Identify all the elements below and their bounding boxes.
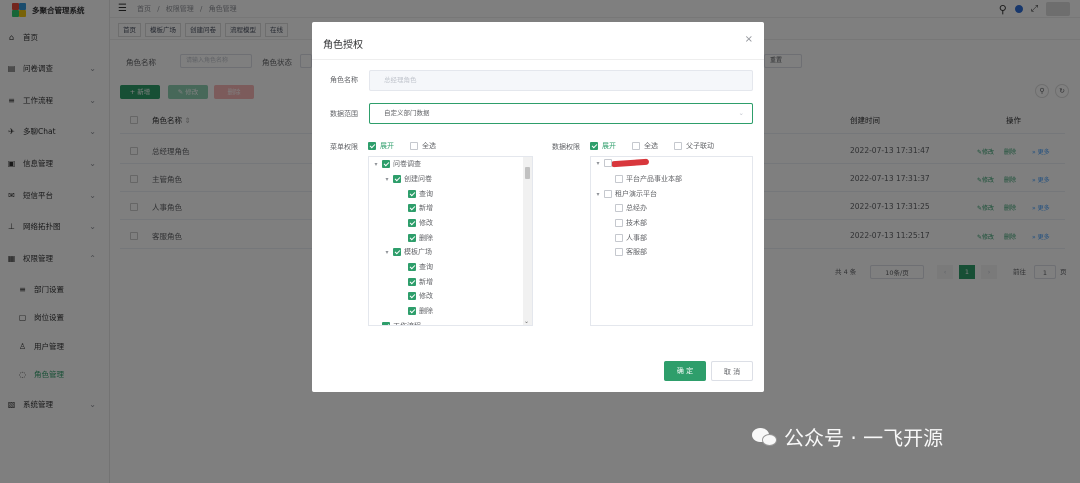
tree-checkbox[interactable] [408,190,416,198]
data-expand-checkbox[interactable] [590,142,598,150]
menu-tree[interactable]: ⌄ ▾ 问卷调查 ▾ 创建问卷 查询 新增 修改 删除 ▾ 模板广场 查询 新增 修改 删除 ▾ 工作流程 [368,156,533,326]
menu-tree-node[interactable]: 修改 [399,291,433,301]
data-perm-label: 数据权限 [552,143,580,151]
tree-checkbox[interactable] [615,234,623,242]
data-tree-node[interactable]: 客服部 [606,247,647,257]
dialog-role-name-label: 角色名称 [330,76,358,84]
confirm-button[interactable]: 确 定 [664,361,706,381]
watermark: 公众号 · 一飞开源 [752,422,943,451]
menu-select-all-label: 全选 [422,142,436,150]
tree-node-label: 创建问卷 [404,175,432,183]
data-tree-node[interactable]: ▾ [595,159,615,167]
parent-child-checkbox[interactable] [674,142,682,150]
data-tree[interactable]: ▾ 平台产品事业本部 ▾ 租户演示平台 总经办技术部人事部客服部 [590,156,753,326]
tree-checkbox[interactable] [393,248,401,256]
menu-tree-node[interactable]: 查询 [399,262,433,272]
menu-tree-node[interactable]: 修改 [399,218,433,228]
menu-select-all-checkbox[interactable] [410,142,418,150]
tree-checkbox[interactable] [408,278,416,286]
tree-checkbox[interactable] [393,175,401,183]
menu-tree-node[interactable]: 删除 [399,233,433,243]
dialog-title: 角色授权 [323,40,363,51]
tree-checkbox[interactable] [604,159,612,167]
menu-perm-label: 菜单权限 [330,143,358,151]
tree-checkbox[interactable] [408,234,416,242]
caret-down-icon[interactable]: ▾ [373,161,379,168]
tree-node-label: 新增 [419,278,433,286]
menu-tree-node[interactable]: ▾ 问卷调查 [373,159,421,169]
data-select-all-label: 全选 [644,142,658,150]
wechat-icon [752,426,778,448]
tree-checkbox[interactable] [408,307,416,315]
redacted-mark [610,158,650,168]
tree-checkbox[interactable] [408,204,416,212]
tree-node-label: 工作流程 [393,322,421,326]
tree-node-label: 人事部 [626,234,647,242]
caret-down-icon[interactable]: ▾ [373,323,379,326]
menu-tree-scrollbar[interactable]: ⌄ [523,157,532,325]
tree-node-label: 查询 [419,263,433,271]
tree-node-label: 技术部 [626,219,647,227]
tree-node-label: 租户演示平台 [615,190,657,198]
caret-down-icon[interactable]: ▾ [384,176,390,183]
cancel-button[interactable]: 取 消 [711,361,753,381]
menu-tree-node[interactable]: 删除 [399,306,433,316]
tree-node-label: 删除 [419,234,433,242]
tree-node-label: 客服部 [626,248,647,256]
tree-checkbox[interactable] [382,322,390,325]
tree-checkbox[interactable] [408,292,416,300]
data-tree-node[interactable]: 总经办 [606,203,647,213]
watermark-text: 公众号 · 一飞开源 [784,426,944,450]
scroll-thumb[interactable] [525,167,530,179]
data-perm-options: 展开 全选 父子联动 [590,141,714,151]
tree-checkbox[interactable] [604,190,612,198]
dialog-scope-label: 数据范围 [330,110,358,118]
menu-tree-node[interactable]: 新增 [399,277,433,287]
tree-node-label: 修改 [419,292,433,300]
data-scope-value: 自定义部门数据 [384,109,430,117]
tree-node-label: 平台产品事业本部 [626,175,682,183]
close-icon[interactable]: × [745,34,753,45]
tree-node-label: 修改 [419,219,433,227]
tree-checkbox[interactable] [615,204,623,212]
menu-expand-label: 展开 [380,142,394,150]
data-tree-node[interactable]: 平台产品事业本部 [606,174,682,184]
tree-node-label: 问卷调查 [393,160,421,168]
data-tree-node[interactable]: 技术部 [606,218,647,228]
caret-down-icon[interactable]: ▾ [595,160,601,167]
dialog-role-name-input: 总经理角色 [369,70,753,91]
menu-perm-options: 展开 全选 [368,141,436,151]
data-expand-label: 展开 [602,142,616,150]
data-tree-node[interactable]: 人事部 [606,233,647,243]
tree-checkbox[interactable] [615,248,623,256]
tree-node-label: 模板广场 [404,248,432,256]
caret-down-icon[interactable]: ▾ [595,191,601,198]
caret-down-icon[interactable]: ▾ [384,249,390,256]
parent-child-label: 父子联动 [686,142,714,150]
scroll-down-icon[interactable]: ⌄ [524,318,529,325]
menu-tree-node[interactable]: ▾ 模板广场 [384,247,432,257]
menu-tree-node[interactable]: 查询 [399,189,433,199]
dialog-divider [312,59,764,60]
tree-checkbox[interactable] [408,263,416,271]
tree-node-label: 删除 [419,307,433,315]
menu-expand-checkbox[interactable] [368,142,376,150]
menu-tree-node[interactable]: 新增 [399,203,433,213]
tree-checkbox[interactable] [615,219,623,227]
tree-node-label: 总经办 [626,204,647,212]
menu-tree-node[interactable]: ▾ 工作流程 [373,321,421,326]
tree-checkbox[interactable] [382,160,390,168]
menu-tree-node[interactable]: ▾ 创建问卷 [384,174,432,184]
data-select-all-checkbox[interactable] [632,142,640,150]
data-tree-node[interactable]: ▾ 租户演示平台 [595,189,657,199]
data-scope-select[interactable]: 自定义部门数据 ⌄ [369,103,753,124]
tree-node-label: 查询 [419,190,433,198]
role-auth-dialog: 角色授权 × 角色名称 总经理角色 数据范围 自定义部门数据 ⌄ 菜单权限 展开… [312,22,764,392]
tree-checkbox[interactable] [615,175,623,183]
tree-node-label: 新增 [419,204,433,212]
tree-checkbox[interactable] [408,219,416,227]
chevron-down-icon: ⌄ [738,109,744,117]
